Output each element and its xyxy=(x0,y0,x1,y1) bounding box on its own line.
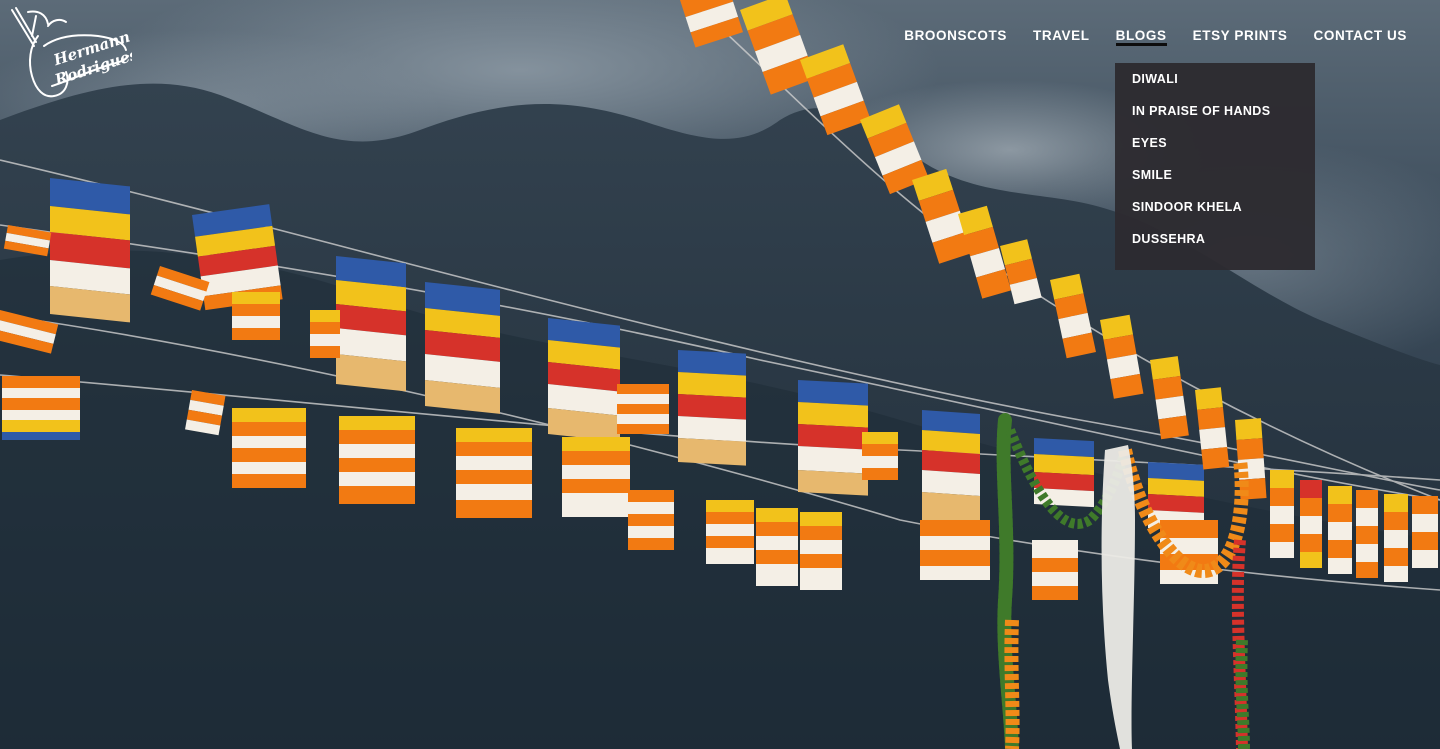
nav-etsy-prints[interactable]: ETSY PRINTS xyxy=(1193,28,1288,46)
dropdown-item-in-praise-of-hands[interactable]: IN PRAISE OF HANDS xyxy=(1115,102,1315,134)
dropdown-item-eyes[interactable]: EYES xyxy=(1115,134,1315,166)
nav-broonscots[interactable]: BROONSCOTS xyxy=(904,28,1007,46)
dropdown-item-smile[interactable]: SMILE xyxy=(1115,166,1315,198)
nav-contact-us[interactable]: CONTACT US xyxy=(1314,28,1408,46)
nav-blogs[interactable]: BLOGS xyxy=(1115,28,1167,46)
nav-travel[interactable]: TRAVEL xyxy=(1033,28,1090,46)
dropdown-item-diwali[interactable]: DIWALI xyxy=(1115,70,1315,102)
dropdown-item-dussehra[interactable]: DUSSEHRA xyxy=(1115,230,1315,262)
site-logo[interactable]: Hermann Rodrigues xyxy=(8,6,132,102)
page: Hermann Rodrigues BROONSCOTS TRAVEL BLOG… xyxy=(0,0,1440,749)
blogs-dropdown-menu: DIWALI IN PRAISE OF HANDS EYES SMILE SIN… xyxy=(1115,63,1315,270)
main-nav: BROONSCOTS TRAVEL BLOGS ETSY PRINTS CONT… xyxy=(904,28,1407,46)
dropdown-item-sindoor-khela[interactable]: SINDOOR KHELA xyxy=(1115,198,1315,230)
